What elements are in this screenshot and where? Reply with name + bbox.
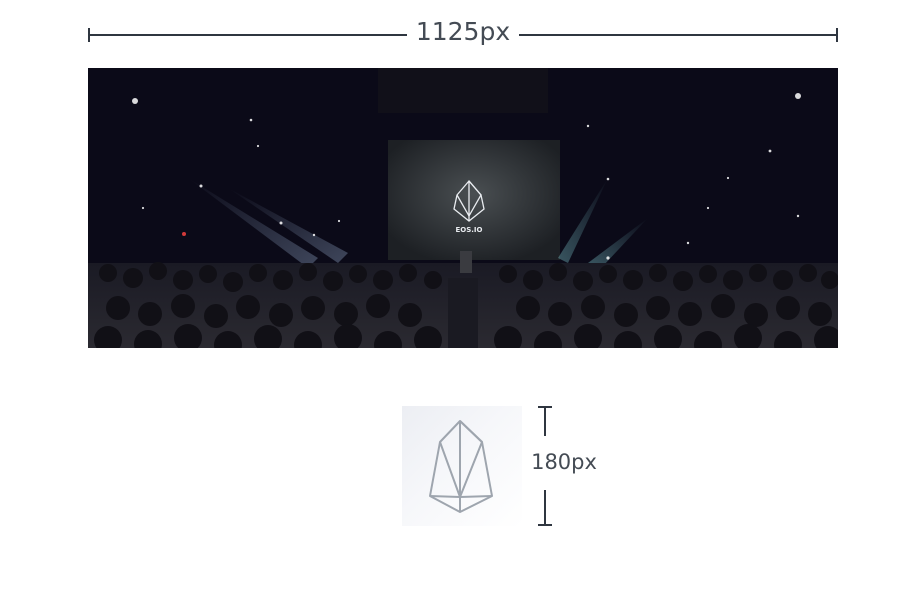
banner-logo-text: EOS.IO [456,226,483,234]
height-dimension-bottom-cap [538,524,552,526]
width-dimension-line-right [519,34,837,36]
width-dimension-label: 1125px [415,17,511,46]
height-dimension-line-bottom [544,490,546,526]
banner-image: EOS.IO [88,68,838,348]
width-dimension-line-left [88,34,407,36]
height-dimension-line-top [544,406,546,436]
width-dimension-right-cap [836,28,838,42]
height-dimension-label: 180px [531,450,597,474]
avatar [402,406,522,526]
eos-logo-icon [429,420,493,513]
